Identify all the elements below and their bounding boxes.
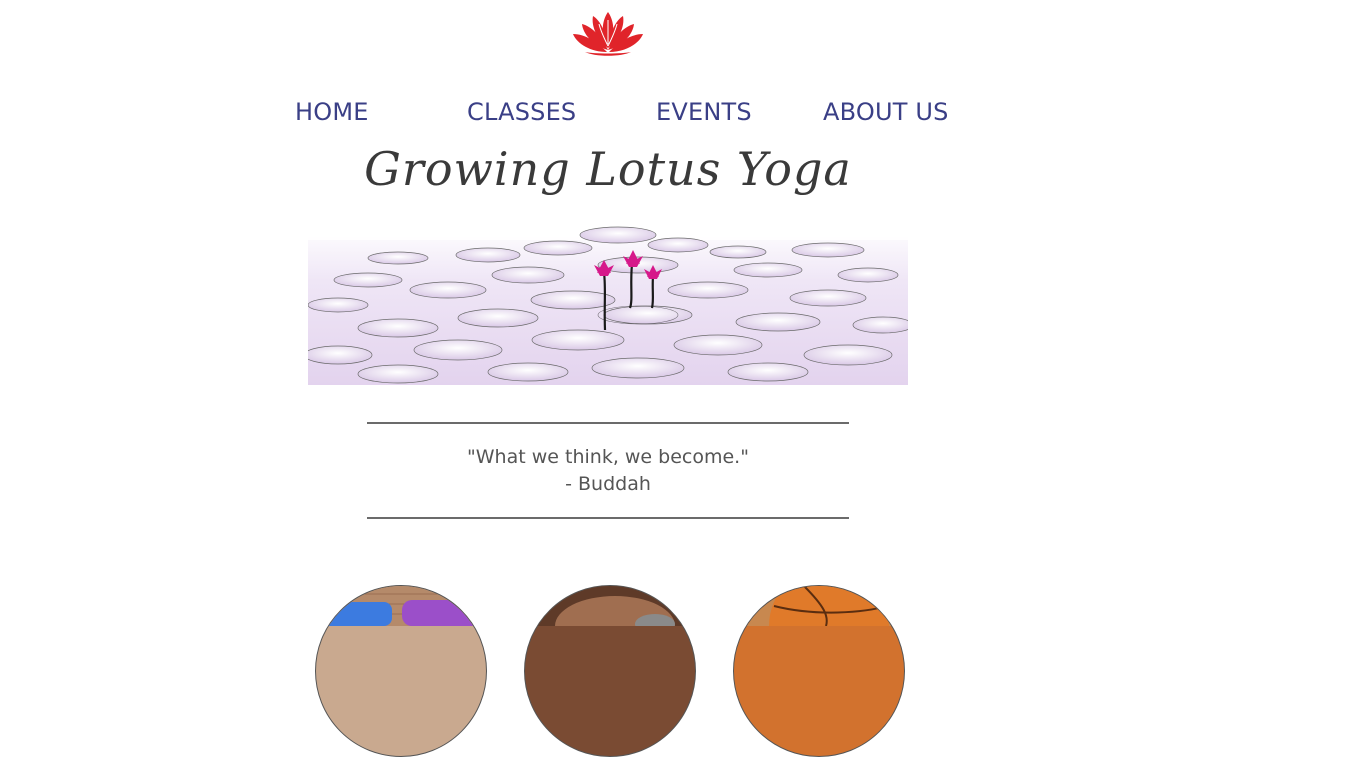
meditation-image[interactable]: [524, 585, 696, 757]
yoga-mats-image[interactable]: [315, 585, 487, 757]
yoga-mats-graphic: [316, 586, 486, 626]
nav-home-link[interactable]: HOME: [295, 98, 369, 126]
main-nav: HOME CLASSES EVENTS ABOUT US: [0, 98, 1349, 132]
basketball-image[interactable]: [733, 585, 905, 757]
nav-classes-link[interactable]: CLASSES: [467, 98, 576, 126]
quote-top-divider: [367, 422, 849, 424]
hero-banner: Growing Lotus Yoga: [308, 140, 908, 385]
lotus-logo-icon[interactable]: [567, 8, 649, 60]
quote-text: "What we think, we become.": [467, 446, 749, 468]
nav-events-link[interactable]: EVENTS: [656, 98, 752, 126]
banner-title: Growing Lotus Yoga: [364, 142, 852, 196]
nav-about-us-link[interactable]: ABOUT US: [823, 98, 949, 126]
quote-author: - Buddah: [565, 473, 651, 495]
meditation-graphic: [525, 586, 695, 626]
quote-bottom-divider: [367, 517, 849, 519]
basketball-graphic: [734, 586, 904, 626]
banner-title-container: Growing Lotus Yoga: [308, 142, 908, 220]
